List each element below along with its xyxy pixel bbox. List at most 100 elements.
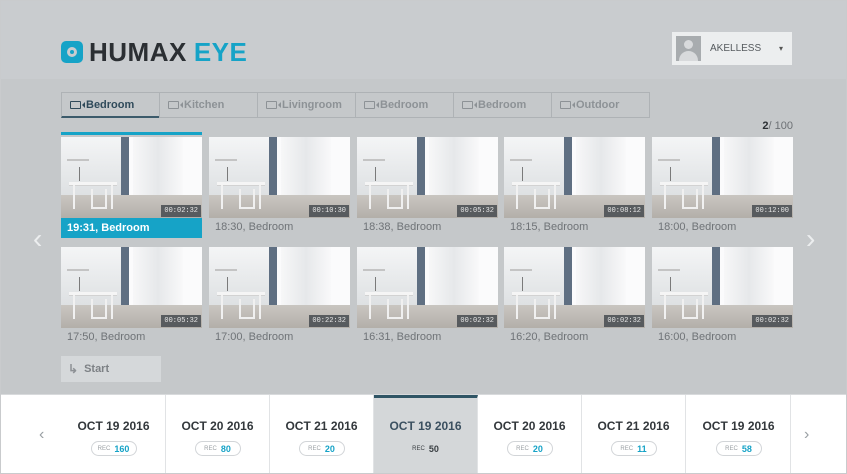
avatar xyxy=(676,36,701,61)
tab-1[interactable]: Kitchen xyxy=(159,92,258,118)
clip-card[interactable]: 00:05:32 17:50, Bedroom xyxy=(61,242,202,346)
date-item[interactable]: OCT 21 2016 REC 11 xyxy=(582,395,686,473)
camera-icon xyxy=(266,101,281,109)
tab-5[interactable]: Outdoor xyxy=(551,92,650,118)
date-label: OCT 19 2016 xyxy=(702,419,775,433)
clip-card[interactable]: 00:02:32 16:31, Bedroom xyxy=(357,242,498,346)
clip-thumbnail: 00:02:32 xyxy=(652,247,793,328)
rec-count-badge: REC 160 xyxy=(90,441,137,456)
user-menu-dropdown[interactable]: AKELLESS ▾ xyxy=(672,32,792,65)
tab-4[interactable]: Bedroom xyxy=(453,92,552,118)
clip-duration: 00:08:12 xyxy=(604,205,644,217)
clip-card[interactable]: 00:02:32 16:00, Bedroom xyxy=(652,242,793,346)
clip-caption: 18:00, Bedroom xyxy=(658,221,737,233)
camera-icon xyxy=(560,101,575,109)
clip-card[interactable]: 00:22:32 17:00, Bedroom xyxy=(209,242,350,346)
rec-label: REC xyxy=(620,445,634,452)
clip-thumbnail: 00:02:32 xyxy=(357,247,498,328)
date-item[interactable]: OCT 19 2016 REC 58 xyxy=(687,395,791,473)
humax-eye-logo[interactable]: HUMAX EYE xyxy=(61,37,247,67)
date-item[interactable]: OCT 19 2016 REC 160 xyxy=(62,395,166,473)
date-item[interactable]: OCT 20 2016 REC 20 xyxy=(478,395,582,473)
rec-label: REC xyxy=(97,445,111,452)
rec-label: REC xyxy=(204,445,217,452)
clip-card[interactable]: 00:05:32 18:38, Bedroom xyxy=(357,132,498,236)
clip-card[interactable]: 00:02:32 16:20, Bedroom xyxy=(504,242,645,346)
tab-3[interactable]: Bedroom xyxy=(355,92,454,118)
rec-count-badge: REC 50 xyxy=(402,441,449,456)
rec-count-badge: REC 20 xyxy=(298,441,345,456)
clip-card[interactable]: 00:02:32 19:31, Bedroom xyxy=(61,132,202,238)
rec-count: 50 xyxy=(428,443,439,454)
rec-count-badge: REC 11 xyxy=(610,441,657,456)
rec-count-badge: REC 58 xyxy=(715,441,762,456)
camera-icon xyxy=(168,101,183,109)
clip-thumbnail: 00:22:32 xyxy=(209,247,350,328)
date-label: OCT 19 2016 xyxy=(389,419,462,433)
rec-count-badge: REC 20 xyxy=(506,441,553,456)
tab-label: Bedroom xyxy=(380,99,429,111)
start-arrow-icon: ↳ xyxy=(68,362,79,376)
camera-logo-icon xyxy=(61,41,83,63)
camera-icon xyxy=(462,101,477,109)
next-page-arrow-icon[interactable]: › xyxy=(806,223,815,255)
rec-count: 20 xyxy=(532,443,543,454)
clip-thumbnail: 00:10:30 xyxy=(209,137,350,218)
clip-caption: 18:15, Bedroom xyxy=(510,221,589,233)
camera-icon xyxy=(70,100,85,109)
date-strip: ‹ › OCT 19 2016 REC 160 OCT 20 2016 REC 80 OCT… xyxy=(1,394,846,473)
date-item[interactable]: OCT 21 2016 REC 20 xyxy=(270,395,374,473)
logo-text-humax: HUMAX xyxy=(89,36,187,67)
date-item[interactable]: OCT 19 2016 REC 50 xyxy=(374,395,478,473)
clip-thumbnail: 00:05:32 xyxy=(61,247,202,328)
prev-page-arrow-icon[interactable]: ‹ xyxy=(33,223,42,255)
content-area: HUMAX EYE AKELLESS ▾ Bedroom Kitchen Livin… xyxy=(1,1,846,394)
rec-label: REC xyxy=(412,445,425,452)
camera-tabs: Bedroom Kitchen Livingroom Bedroom Bedroom Ou… xyxy=(61,92,650,118)
clip-grid: 00:02:32 19:31, Bedroom 00:10:30 18:30, Bed… xyxy=(61,132,794,351)
rec-count-badge: REC 80 xyxy=(194,441,241,456)
clip-duration: 00:02:32 xyxy=(604,315,644,327)
page-count: 2/ 100 xyxy=(762,120,793,132)
start-button[interactable]: ↳ Start xyxy=(61,356,161,382)
logo-text-eye: EYE xyxy=(193,36,248,67)
clip-thumbnail: 00:02:32 xyxy=(504,247,645,328)
clip-thumbnail: 00:02:32 xyxy=(61,137,202,218)
date-label: OCT 19 2016 xyxy=(77,419,150,433)
clip-caption: 16:20, Bedroom xyxy=(510,331,589,343)
tab-label: Kitchen xyxy=(184,99,225,111)
camera-icon xyxy=(364,101,379,109)
rec-label: REC xyxy=(308,445,321,452)
clip-card[interactable]: 00:12:00 18:00, Bedroom xyxy=(652,132,793,236)
clip-duration: 00:02:32 xyxy=(752,315,792,327)
tab-label: Bedroom xyxy=(478,99,527,111)
clip-thumbnail: 00:08:12 xyxy=(504,137,645,218)
start-label: Start xyxy=(84,363,110,375)
date-label: OCT 20 2016 xyxy=(493,419,566,433)
rec-count: 58 xyxy=(741,443,752,454)
rec-count: 20 xyxy=(324,443,335,454)
date-label: OCT 21 2016 xyxy=(597,419,670,433)
next-date-arrow-icon[interactable]: › xyxy=(804,426,809,444)
tab-2[interactable]: Livingroom xyxy=(257,92,356,118)
clip-duration: 00:05:32 xyxy=(161,315,201,327)
clip-duration: 00:12:00 xyxy=(752,205,792,217)
tab-0[interactable]: Bedroom xyxy=(61,92,160,118)
clip-caption: 17:50, Bedroom xyxy=(67,331,146,343)
prev-date-arrow-icon[interactable]: ‹ xyxy=(39,426,44,444)
clip-caption: 18:30, Bedroom xyxy=(215,221,294,233)
tab-label: Bedroom xyxy=(86,98,135,111)
clip-duration: 00:02:32 xyxy=(457,315,497,327)
clip-caption: 16:31, Bedroom xyxy=(363,331,442,343)
clip-card[interactable]: 00:08:12 18:15, Bedroom xyxy=(504,132,645,236)
user-name: AKELLESS xyxy=(710,43,762,54)
humax-eye-app: HUMAX EYE AKELLESS ▾ Bedroom Kitchen Livin… xyxy=(0,0,847,474)
clip-caption: 16:00, Bedroom xyxy=(658,331,737,343)
clip-caption: 18:38, Bedroom xyxy=(363,221,442,233)
rec-label: REC xyxy=(725,445,738,452)
date-item[interactable]: OCT 20 2016 REC 80 xyxy=(166,395,270,473)
clip-card[interactable]: 00:10:30 18:30, Bedroom xyxy=(209,132,350,236)
rec-count: 80 xyxy=(220,443,231,454)
rec-label: REC xyxy=(516,445,529,452)
clip-duration: 00:22:32 xyxy=(309,315,349,327)
